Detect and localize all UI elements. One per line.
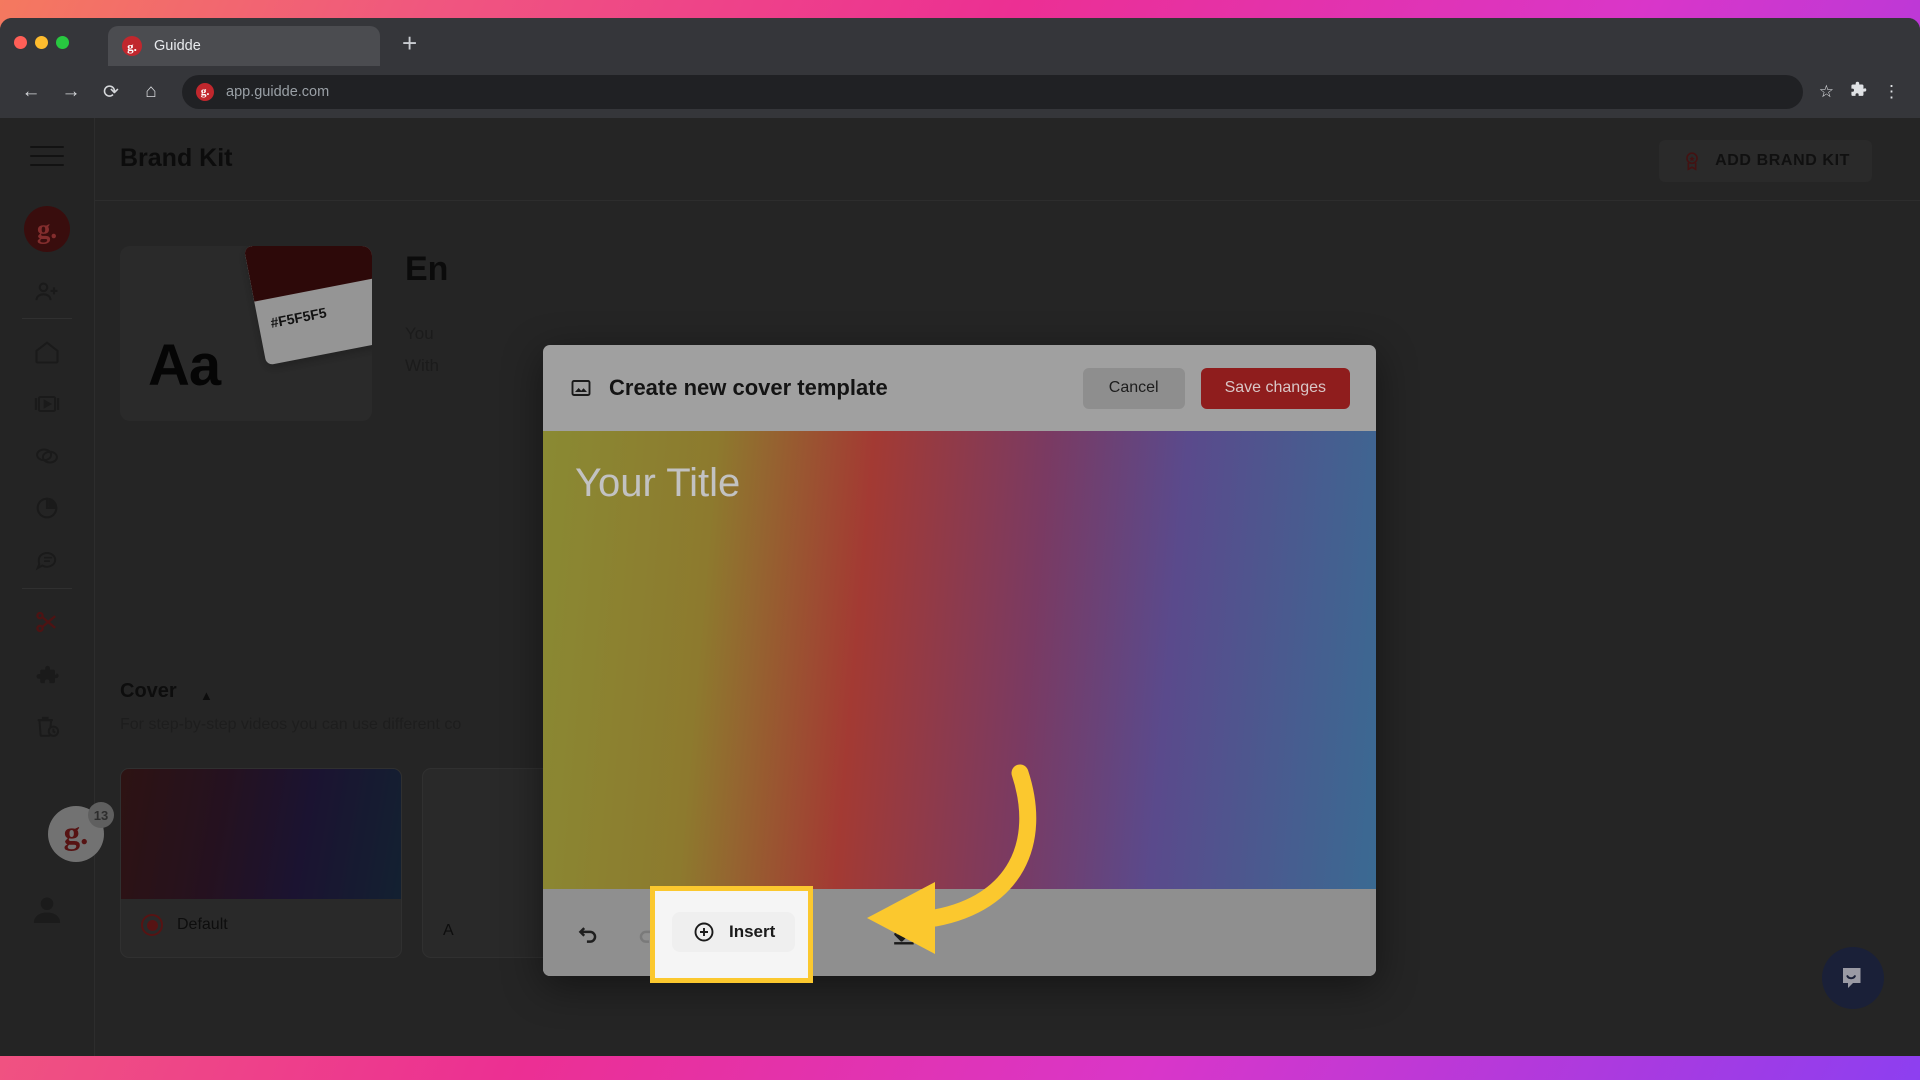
browser-tabstrip: g. Guidde +	[0, 18, 1920, 66]
save-changes-button[interactable]: Save changes	[1200, 367, 1350, 409]
app-viewport: g. g. 13 Brand Kit ADD BRAND KIT #F5F5F5…	[0, 118, 1920, 1056]
bookmark-star-icon[interactable]: ☆	[1819, 82, 1834, 102]
paint-bucket-icon[interactable]	[892, 920, 918, 946]
window-controls[interactable]	[14, 36, 69, 49]
cancel-button[interactable]: Cancel	[1082, 367, 1185, 409]
guidde-g-icon: g.	[122, 36, 142, 56]
forward-icon[interactable]: →	[54, 75, 88, 109]
address-bar[interactable]: g. app.guidde.com	[182, 75, 1803, 109]
browser-navbar: ← → ⟳ ⌂ g. app.guidde.com ☆ ⋮	[0, 66, 1920, 118]
canvas-title-placeholder[interactable]: Your Title	[575, 461, 740, 506]
intercom-chat-button[interactable]	[1822, 947, 1884, 1009]
browser-window: g. Guidde + ← → ⟳ ⌂ g. app.guidde.com ☆ …	[0, 18, 1920, 1056]
home-icon[interactable]: ⌂	[134, 75, 168, 109]
browser-menu-icon[interactable]: ⋮	[1883, 82, 1900, 102]
extensions-puzzle-icon[interactable]	[1850, 81, 1867, 103]
undo-icon[interactable]	[575, 920, 601, 946]
browser-tab-guidde[interactable]: g. Guidde	[108, 26, 380, 66]
close-window-button[interactable]	[14, 36, 27, 49]
insert-button-label: Insert	[729, 922, 776, 941]
guidde-g-icon: g.	[196, 83, 214, 101]
create-cover-template-modal: Create new cover template Cancel Save ch…	[543, 345, 1376, 976]
tab-title: Guidde	[154, 38, 201, 54]
maximize-window-button[interactable]	[56, 36, 69, 49]
insert-button[interactable]: Insert	[672, 912, 796, 952]
modal-title: Create new cover template	[609, 375, 888, 400]
new-tab-button[interactable]: +	[402, 28, 417, 59]
browser-toolbar-actions: ☆ ⋮	[1819, 81, 1906, 103]
back-icon[interactable]: ←	[14, 75, 48, 109]
reload-icon[interactable]: ⟳	[94, 75, 128, 109]
modal-header: Create new cover template Cancel Save ch…	[543, 345, 1376, 431]
minimize-window-button[interactable]	[35, 36, 48, 49]
address-bar-url: app.guidde.com	[226, 84, 330, 100]
cover-canvas[interactable]: Your Title	[543, 431, 1376, 889]
chat-bubble-icon	[1843, 968, 1861, 988]
image-placeholder-icon	[569, 376, 593, 400]
plus-circle-icon	[694, 922, 714, 942]
